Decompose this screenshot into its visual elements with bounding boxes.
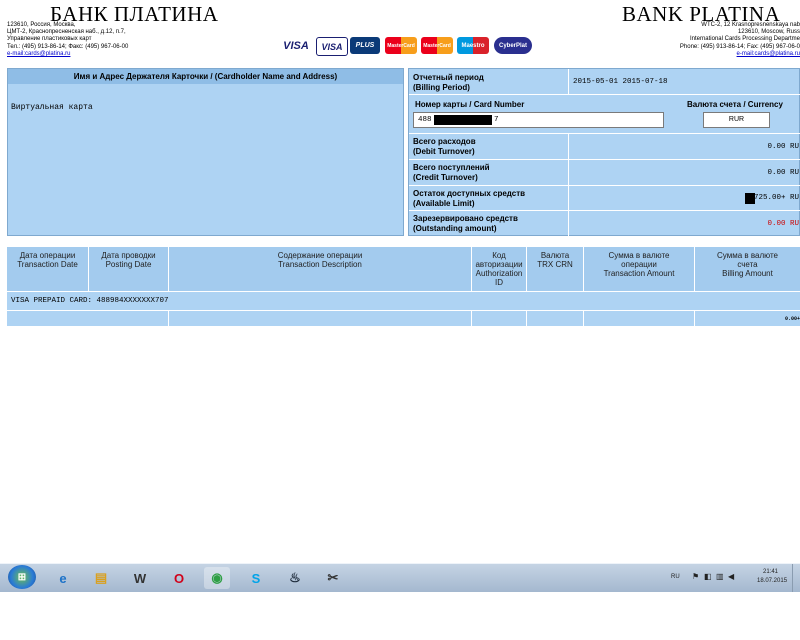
label-line: (Outstanding amount)	[413, 224, 497, 233]
cyberplat-logo: CyberPlat	[494, 37, 532, 54]
card-number-field[interactable]: 488 7	[413, 112, 664, 128]
mastercard-electronic-logo: MasterCard	[421, 37, 453, 54]
label-line: Зарезервировано средств	[413, 214, 518, 223]
cardholder-panel: Имя и Адрес Держателя Карточки / (Cardho…	[7, 68, 404, 236]
header-line: Billing Amount	[722, 269, 773, 278]
header-line: Сумма в валюте	[717, 251, 778, 260]
clock-date[interactable]: 18.07.2015	[757, 578, 787, 584]
header-line: авторизации	[475, 260, 523, 269]
email-link-en[interactable]: e-mail:cards@platina.ru	[680, 51, 800, 58]
network-icon[interactable]: ▥	[716, 572, 724, 581]
label-line: Отчетный период	[413, 73, 484, 82]
col-trx-currency: Валюта TRX CRN	[527, 251, 583, 269]
action-center-icon[interactable]: ◧	[704, 572, 712, 581]
col-transaction-description: Содержание операции Transaction Descript…	[169, 251, 471, 269]
label-line: (Debit Turnover)	[413, 147, 475, 156]
address-line: 123610, Россия, Москва,	[7, 22, 76, 28]
col-transaction-date: Дата операции Transaction Date	[7, 251, 88, 269]
label-line: (Credit Turnover)	[413, 173, 478, 182]
header-line: Posting Date	[105, 260, 152, 269]
visa-electron-logo: VISA	[316, 37, 348, 56]
outstanding-amount-label: Зарезервировано средств (Outstanding amo…	[413, 214, 518, 234]
utility-icon[interactable]: ✂	[320, 567, 346, 589]
maestro-logo: Maestro	[457, 37, 489, 54]
available-limit-value: 725.00+ RU	[753, 194, 799, 202]
debit-turnover-label: Всего расходов (Debit Turnover)	[413, 137, 476, 157]
bank-address-en: WTC-2, 12 Krasnopresnenskaya nab 123610,…	[680, 22, 800, 58]
currency-field[interactable]: RUR	[703, 112, 770, 128]
header-line: Transaction Amount	[603, 269, 675, 278]
card-number-label: Номер карты / Card Number	[415, 100, 525, 109]
card-line: VISA PREPAID CARD: 488984XXXXXXX707	[11, 297, 169, 305]
address-line: Тел.: (495) 913-86-14; Факс: (495) 967-0…	[7, 43, 129, 50]
header-line: операции	[621, 260, 657, 269]
summary-panel: Отчетный период (Billing Period) 2015-05…	[408, 68, 800, 237]
visa-logo: VISA	[281, 37, 311, 54]
taskbar: ⊞ e ▤ W O ◉ S ♨ ✂ RU ⚑ ◧ ▥ ◀ 21:41 18.07…	[0, 563, 800, 592]
header-line: Сумма в валюте	[608, 251, 670, 260]
col-transaction-amount: Сумма в валюте операции Transaction Amou…	[584, 251, 694, 278]
skype-icon[interactable]: S	[243, 567, 269, 589]
clock-time[interactable]: 21:41	[763, 569, 778, 575]
cardholder-header: Имя и Адрес Держателя Карточки / (Cardho…	[8, 69, 403, 84]
email-link-ru[interactable]: e-mail:cards@platina.ru	[7, 51, 128, 58]
header-line: Transaction Description	[278, 260, 362, 269]
header-line: TRX CRN	[537, 260, 573, 269]
steam-icon[interactable]: ♨	[282, 567, 308, 589]
label-line: Всего поступлений	[413, 163, 490, 172]
header-line: Transaction Date	[17, 260, 78, 269]
plus-logo: PLUS	[350, 37, 380, 54]
header-line: Дата операции	[19, 251, 76, 260]
cardholder-name: Виртуальная карта	[11, 103, 93, 112]
transactions-table: Дата операции Transaction Date Дата пров…	[7, 247, 800, 326]
address-line: International Cards Processing Departme	[689, 36, 800, 43]
address-line: Phone: (495) 913-86-14; Fax: (495) 967-0…	[679, 43, 800, 50]
label-line: Остаток доступных средств	[413, 189, 526, 198]
label-line: Всего расходов	[413, 137, 476, 146]
chrome-icon[interactable]: ◉	[204, 567, 230, 589]
address-line: ЦМТ-2, Краснопресненская наб., д.12, п.7…	[7, 29, 126, 36]
col-authorization-id: Код авторизации Authorization ID	[472, 251, 526, 287]
address-line: WTC-2, 12 Krasnopresnenskaya nab	[701, 22, 800, 28]
label-line: (Billing Period)	[413, 83, 470, 92]
mastercard-logo: MasterCard	[385, 37, 417, 54]
language-indicator[interactable]: RU	[671, 574, 680, 580]
opera-icon[interactable]: O	[166, 567, 192, 589]
credit-turnover-value: 0.00 RU	[767, 169, 799, 177]
show-desktop-button[interactable]	[792, 564, 800, 592]
currency-label: Валюта счета / Currency	[687, 100, 783, 109]
col-billing-amount: Сумма в валюте счета Billing Amount	[695, 251, 800, 278]
card-number-suffix: 7	[494, 116, 499, 124]
internet-explorer-icon[interactable]: e	[50, 567, 76, 589]
billing-period-value: 2015-05-01 2015-07-18	[573, 78, 668, 86]
folder-icon[interactable]: ▤	[88, 567, 114, 589]
outstanding-amount-value: 0.00 RU	[767, 220, 799, 228]
address-line: 123610, Moscow, Russ	[737, 29, 800, 36]
bank-address-ru: 123610, Россия, Москва, ЦМТ-2, Краснопре…	[7, 22, 128, 58]
header-line: Код	[492, 251, 506, 260]
available-limit-label: Остаток доступных средств (Available Lim…	[413, 189, 525, 209]
volume-icon[interactable]: ◀	[728, 572, 734, 581]
address-line: Управление пластиковых карт	[7, 36, 92, 43]
billing-period-label: Отчетный период (Billing Period)	[413, 73, 484, 93]
start-button[interactable]: ⊞	[8, 565, 36, 589]
header-line: ID	[495, 278, 503, 287]
header-line: Дата проводки	[101, 251, 156, 260]
windows-icon: ⊞	[17, 571, 27, 583]
redaction-block	[434, 115, 492, 125]
header-line: счета	[737, 260, 758, 269]
card-number-prefix: 488	[418, 116, 432, 124]
label-line: (Available Limit)	[413, 199, 475, 208]
header-line: Содержание операции	[277, 251, 363, 260]
header-line: Валюта	[540, 251, 570, 260]
world-of-tanks-icon[interactable]: W	[127, 567, 153, 589]
flag-icon[interactable]: ⚑	[692, 572, 699, 581]
header-line: Authorization	[475, 269, 523, 278]
col-posting-date: Дата проводки Posting Date	[89, 251, 168, 269]
credit-turnover-label: Всего поступлений (Credit Turnover)	[413, 163, 490, 183]
debit-turnover-value: 0.00 RU	[767, 143, 799, 151]
total-billing-amount: 0.00+	[784, 316, 800, 322]
